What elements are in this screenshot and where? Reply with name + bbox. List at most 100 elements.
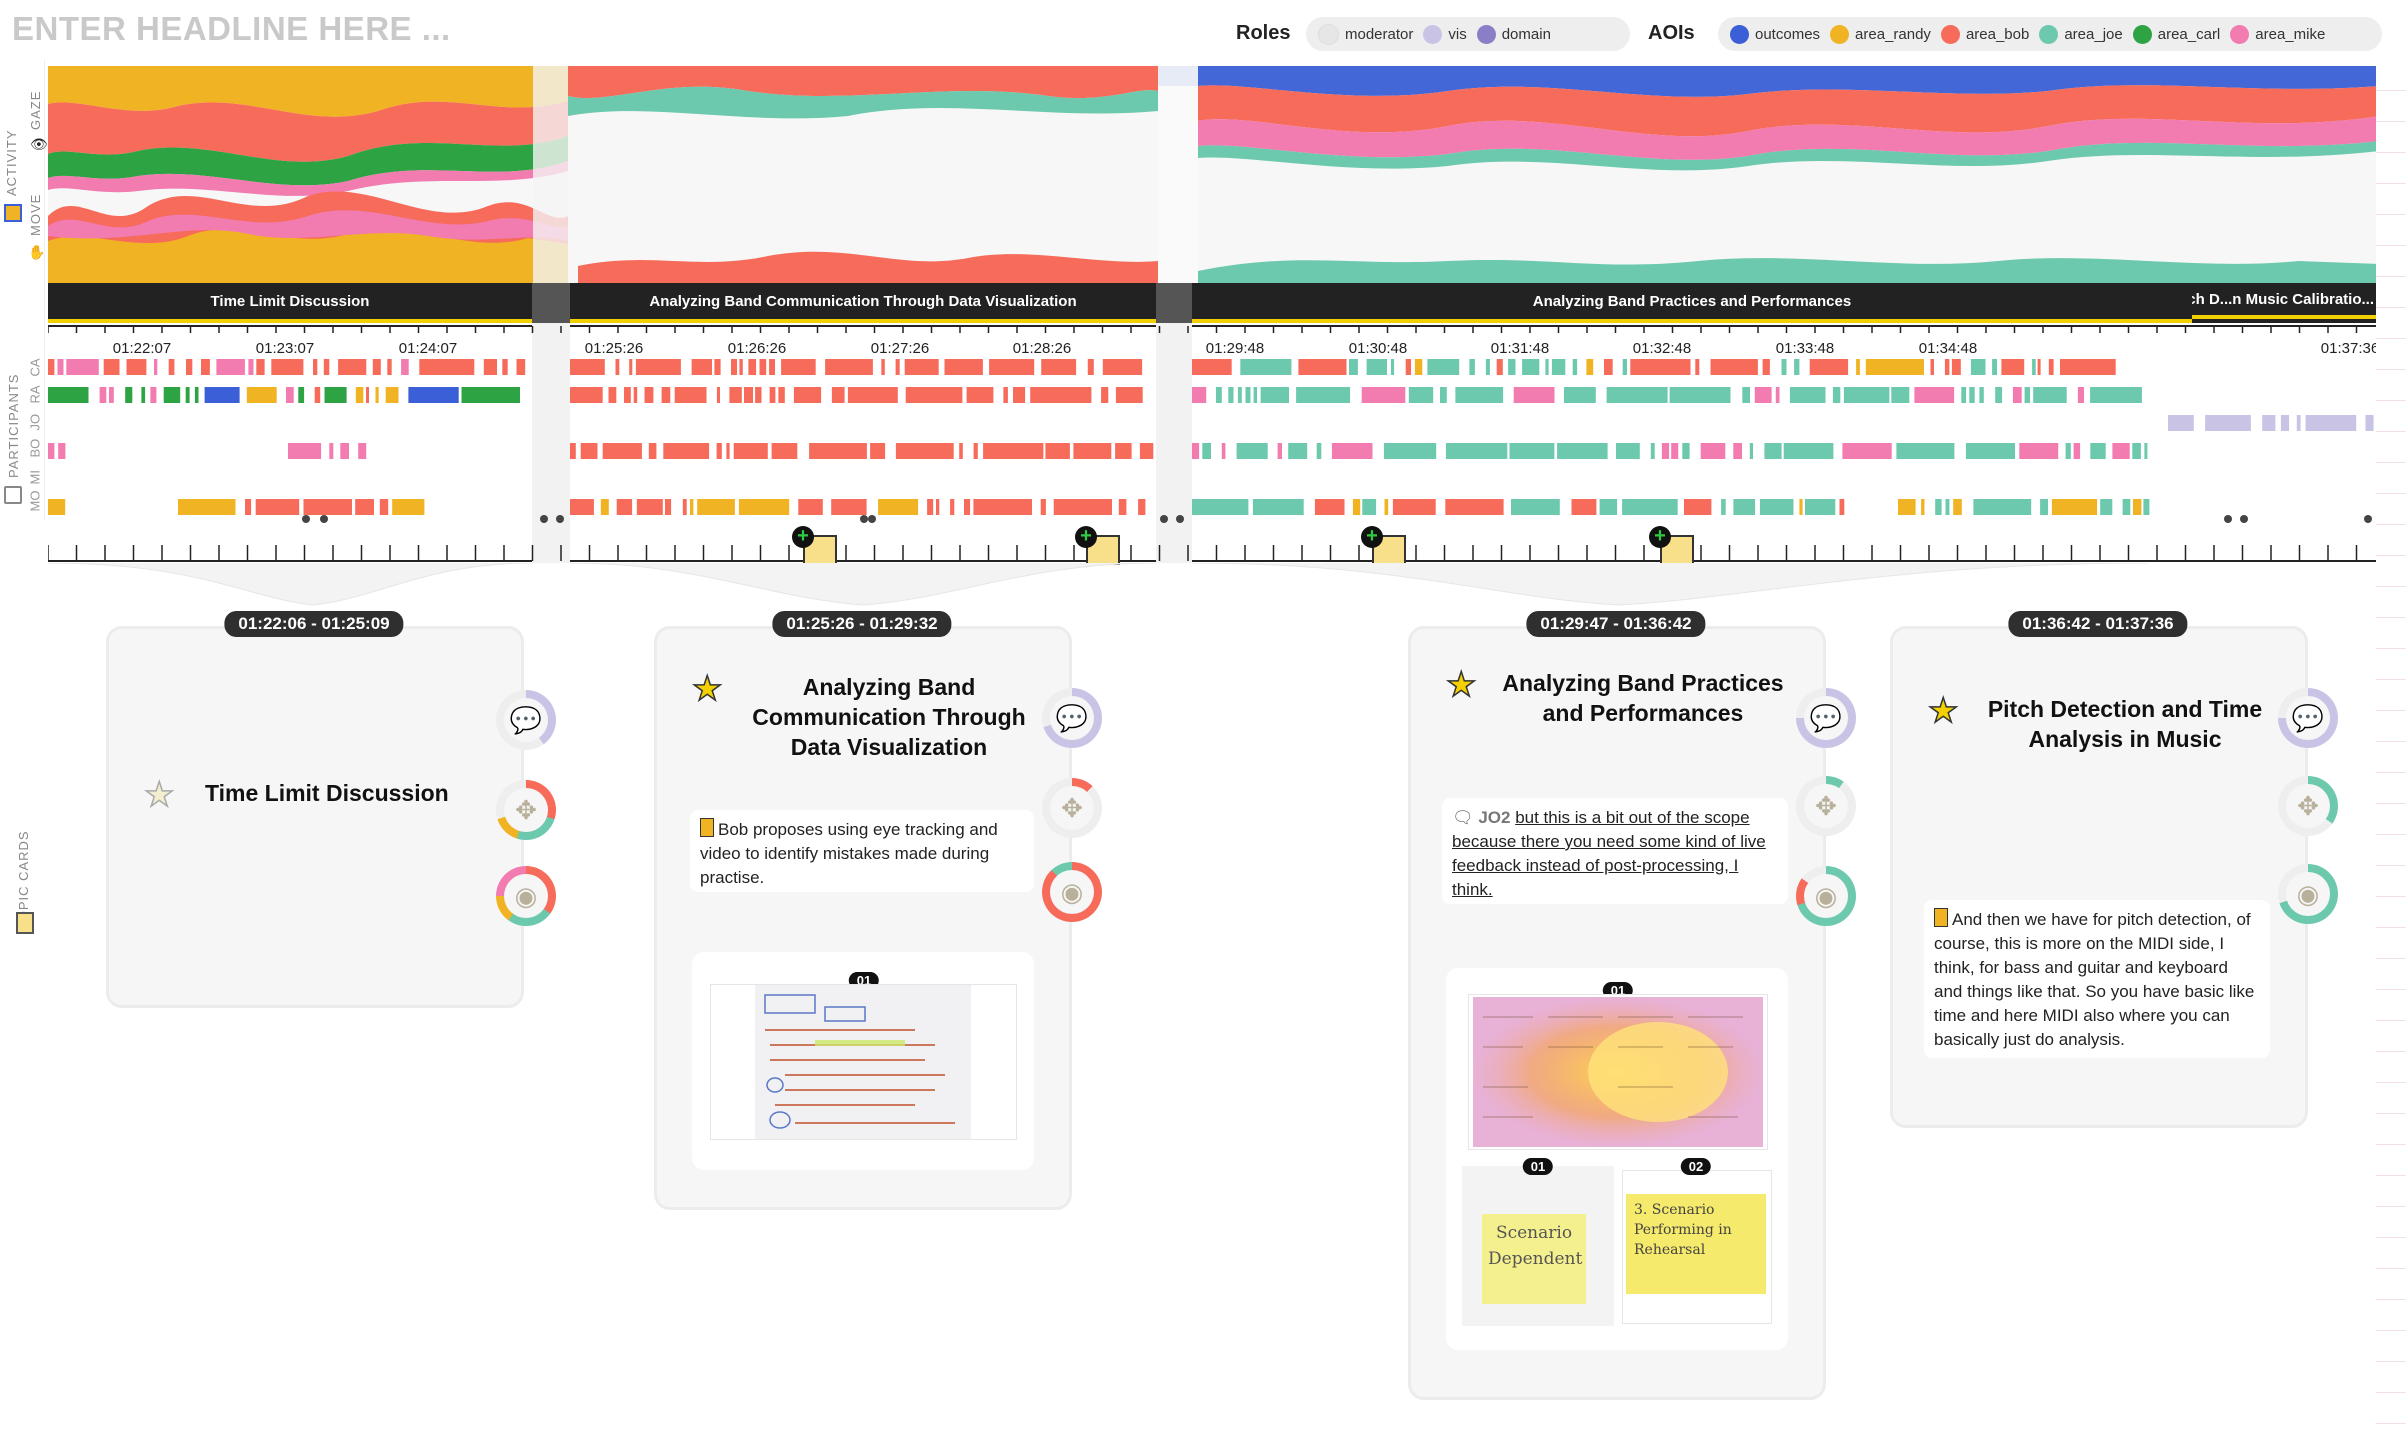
aoi-area-bob[interactable]: area_bob [1940, 24, 2029, 44]
participant-activity-bar [793, 387, 822, 403]
aoi-area-mike[interactable]: area_mike [2230, 24, 2325, 44]
topic-card-1[interactable] [106, 626, 524, 1008]
participant-activity-bar [1440, 387, 1447, 403]
participant-activity-bar [1508, 359, 1516, 375]
participant-activity-bar [338, 359, 367, 375]
star-icon[interactable]: ★ [1445, 667, 1477, 703]
participant-activity-bar [798, 499, 823, 515]
participant-activity-bar [1118, 499, 1127, 515]
participant-activity-bar [1361, 387, 1406, 403]
participant-activity-bar [831, 499, 867, 515]
role-vis[interactable]: vis [1423, 24, 1467, 44]
aoi-area-carl[interactable]: area_carl [2132, 24, 2220, 44]
participant-code-mo: MO [27, 490, 43, 512]
aoi-area-randy[interactable]: area_randy [1830, 24, 1931, 44]
participant-activity-bar [778, 387, 785, 403]
eye-icon: ◉ [2286, 872, 2330, 916]
topic-segment-2[interactable]: Analyzing Band Communication Through Dat… [570, 283, 1156, 323]
participant-activity-bar [1384, 499, 1389, 515]
participant-activity-bar [1622, 499, 1678, 515]
participant-activity-bar [716, 387, 720, 403]
participant-activity-bar [1799, 499, 1803, 515]
speech-bubble-icon: 💬 [504, 698, 548, 742]
participant-activity-bar [323, 359, 330, 375]
sticky-note-performing[interactable]: 3. Scenario Performing in Rehearsal [1626, 1194, 1766, 1294]
star-icon[interactable]: ★ [1927, 693, 1959, 729]
move-metric-ring: ✥ [1042, 778, 1102, 838]
participant-activity-bar [2077, 387, 2084, 403]
participant-code-ca: CA [27, 358, 43, 377]
participant-activity-bar [1805, 499, 1836, 515]
participant-activity-bar [973, 499, 1032, 515]
speech-event-dot [1176, 515, 1184, 523]
participant-activity-bar [1331, 443, 1373, 459]
aoi-outcomes[interactable]: outcomes [1730, 24, 1820, 44]
speech-event-dot [1160, 515, 1168, 523]
add-note-icon[interactable]: + [1649, 526, 1671, 548]
participant-activity-bar [1045, 443, 1070, 459]
add-note-icon[interactable]: + [792, 526, 814, 548]
aoi-label: area_joe [2064, 25, 2123, 43]
tick-label: 01:37:36 [2320, 340, 2380, 357]
participant-activity-bar [1754, 387, 1772, 403]
connector [569, 563, 1157, 606]
participant-activity-bar [355, 387, 364, 403]
participant-activity-bar [1856, 359, 1860, 375]
participant-activity-bar [1572, 359, 1578, 375]
card-time-badge: 01:22:06 - 01:25:09 [224, 611, 404, 637]
participant-activity-bar [340, 443, 349, 459]
participant-activity-bar [615, 359, 620, 375]
participant-activity-bar [1775, 387, 1780, 403]
speech-bubble-icon: 💬 [1804, 696, 1848, 740]
eye-icon: 👁 [30, 136, 48, 152]
participant-activity-bar [738, 499, 790, 515]
aoi-area-joe[interactable]: area_joe [2039, 24, 2123, 44]
participant-activity-bar [216, 359, 245, 375]
tick-label: 01:31:48 [1490, 340, 1550, 357]
participant-activity-bar [1586, 359, 1594, 375]
participant-activity-bar [905, 387, 963, 403]
participant-activity-bar [303, 499, 352, 515]
participant-activity-bar [1759, 499, 1794, 515]
participant-activity-bar [580, 443, 598, 459]
speech-event-dot [556, 515, 564, 523]
participant-activity-bar [2001, 359, 2025, 375]
participant-activity-bar [1545, 359, 1549, 375]
participant-activity-bar [748, 359, 757, 375]
add-note-icon[interactable]: + [1075, 526, 1097, 548]
role-domain[interactable]: domain [1476, 24, 1551, 44]
topic-gap [1156, 283, 1192, 323]
right-scroll-gutter[interactable] [2376, 60, 2406, 1429]
move-icon: ✥ [1050, 786, 1094, 830]
topic-segment-1[interactable]: Time Limit Discussion [48, 283, 532, 323]
star-icon[interactable]: ★ [143, 777, 175, 813]
heatmap-image[interactable] [1473, 997, 1763, 1147]
speech-bubble-icon: 💬 [2286, 696, 2330, 740]
participant-activity-bar [674, 387, 707, 403]
topic-segment-4[interactable]: Pitch D...n Music Calibratio... [2192, 283, 2380, 319]
star-icon[interactable]: ★ [691, 671, 723, 707]
card-time-badge: 01:36:42 - 01:37:36 [2008, 611, 2188, 637]
heatmap-hotspot [1588, 1022, 1728, 1122]
role-moderator[interactable]: moderator [1318, 23, 1413, 45]
participant-activity-bar [1221, 443, 1226, 459]
aoi-dot [1830, 24, 1850, 44]
participant-activity-bar [48, 359, 55, 375]
participant-activity-bar [366, 387, 369, 403]
participant-activity-bar [904, 359, 939, 375]
role-dot [1423, 24, 1443, 44]
participant-activity-bar [1969, 387, 1975, 403]
whiteboard-image[interactable] [755, 985, 971, 1139]
participant-activity-bar [204, 387, 240, 403]
participant-activity-bar [616, 499, 633, 515]
tick-label: 01:24:07 [398, 340, 458, 357]
headline-input[interactable]: ENTER HEADLINE HERE ... [12, 10, 451, 48]
topic-segment-3[interactable]: Analyzing Band Practices and Performance… [1192, 283, 2192, 323]
sticky-note-scenario[interactable]: Scenario Dependent [1482, 1214, 1586, 1304]
aoi-dot [2132, 24, 2152, 44]
participant-activity-bar [1138, 499, 1146, 515]
add-note-icon[interactable]: + [1361, 526, 1383, 548]
participant-activity-bar [636, 499, 663, 515]
participant-activity-bar [895, 359, 900, 375]
participant-activity-bar [288, 443, 322, 459]
